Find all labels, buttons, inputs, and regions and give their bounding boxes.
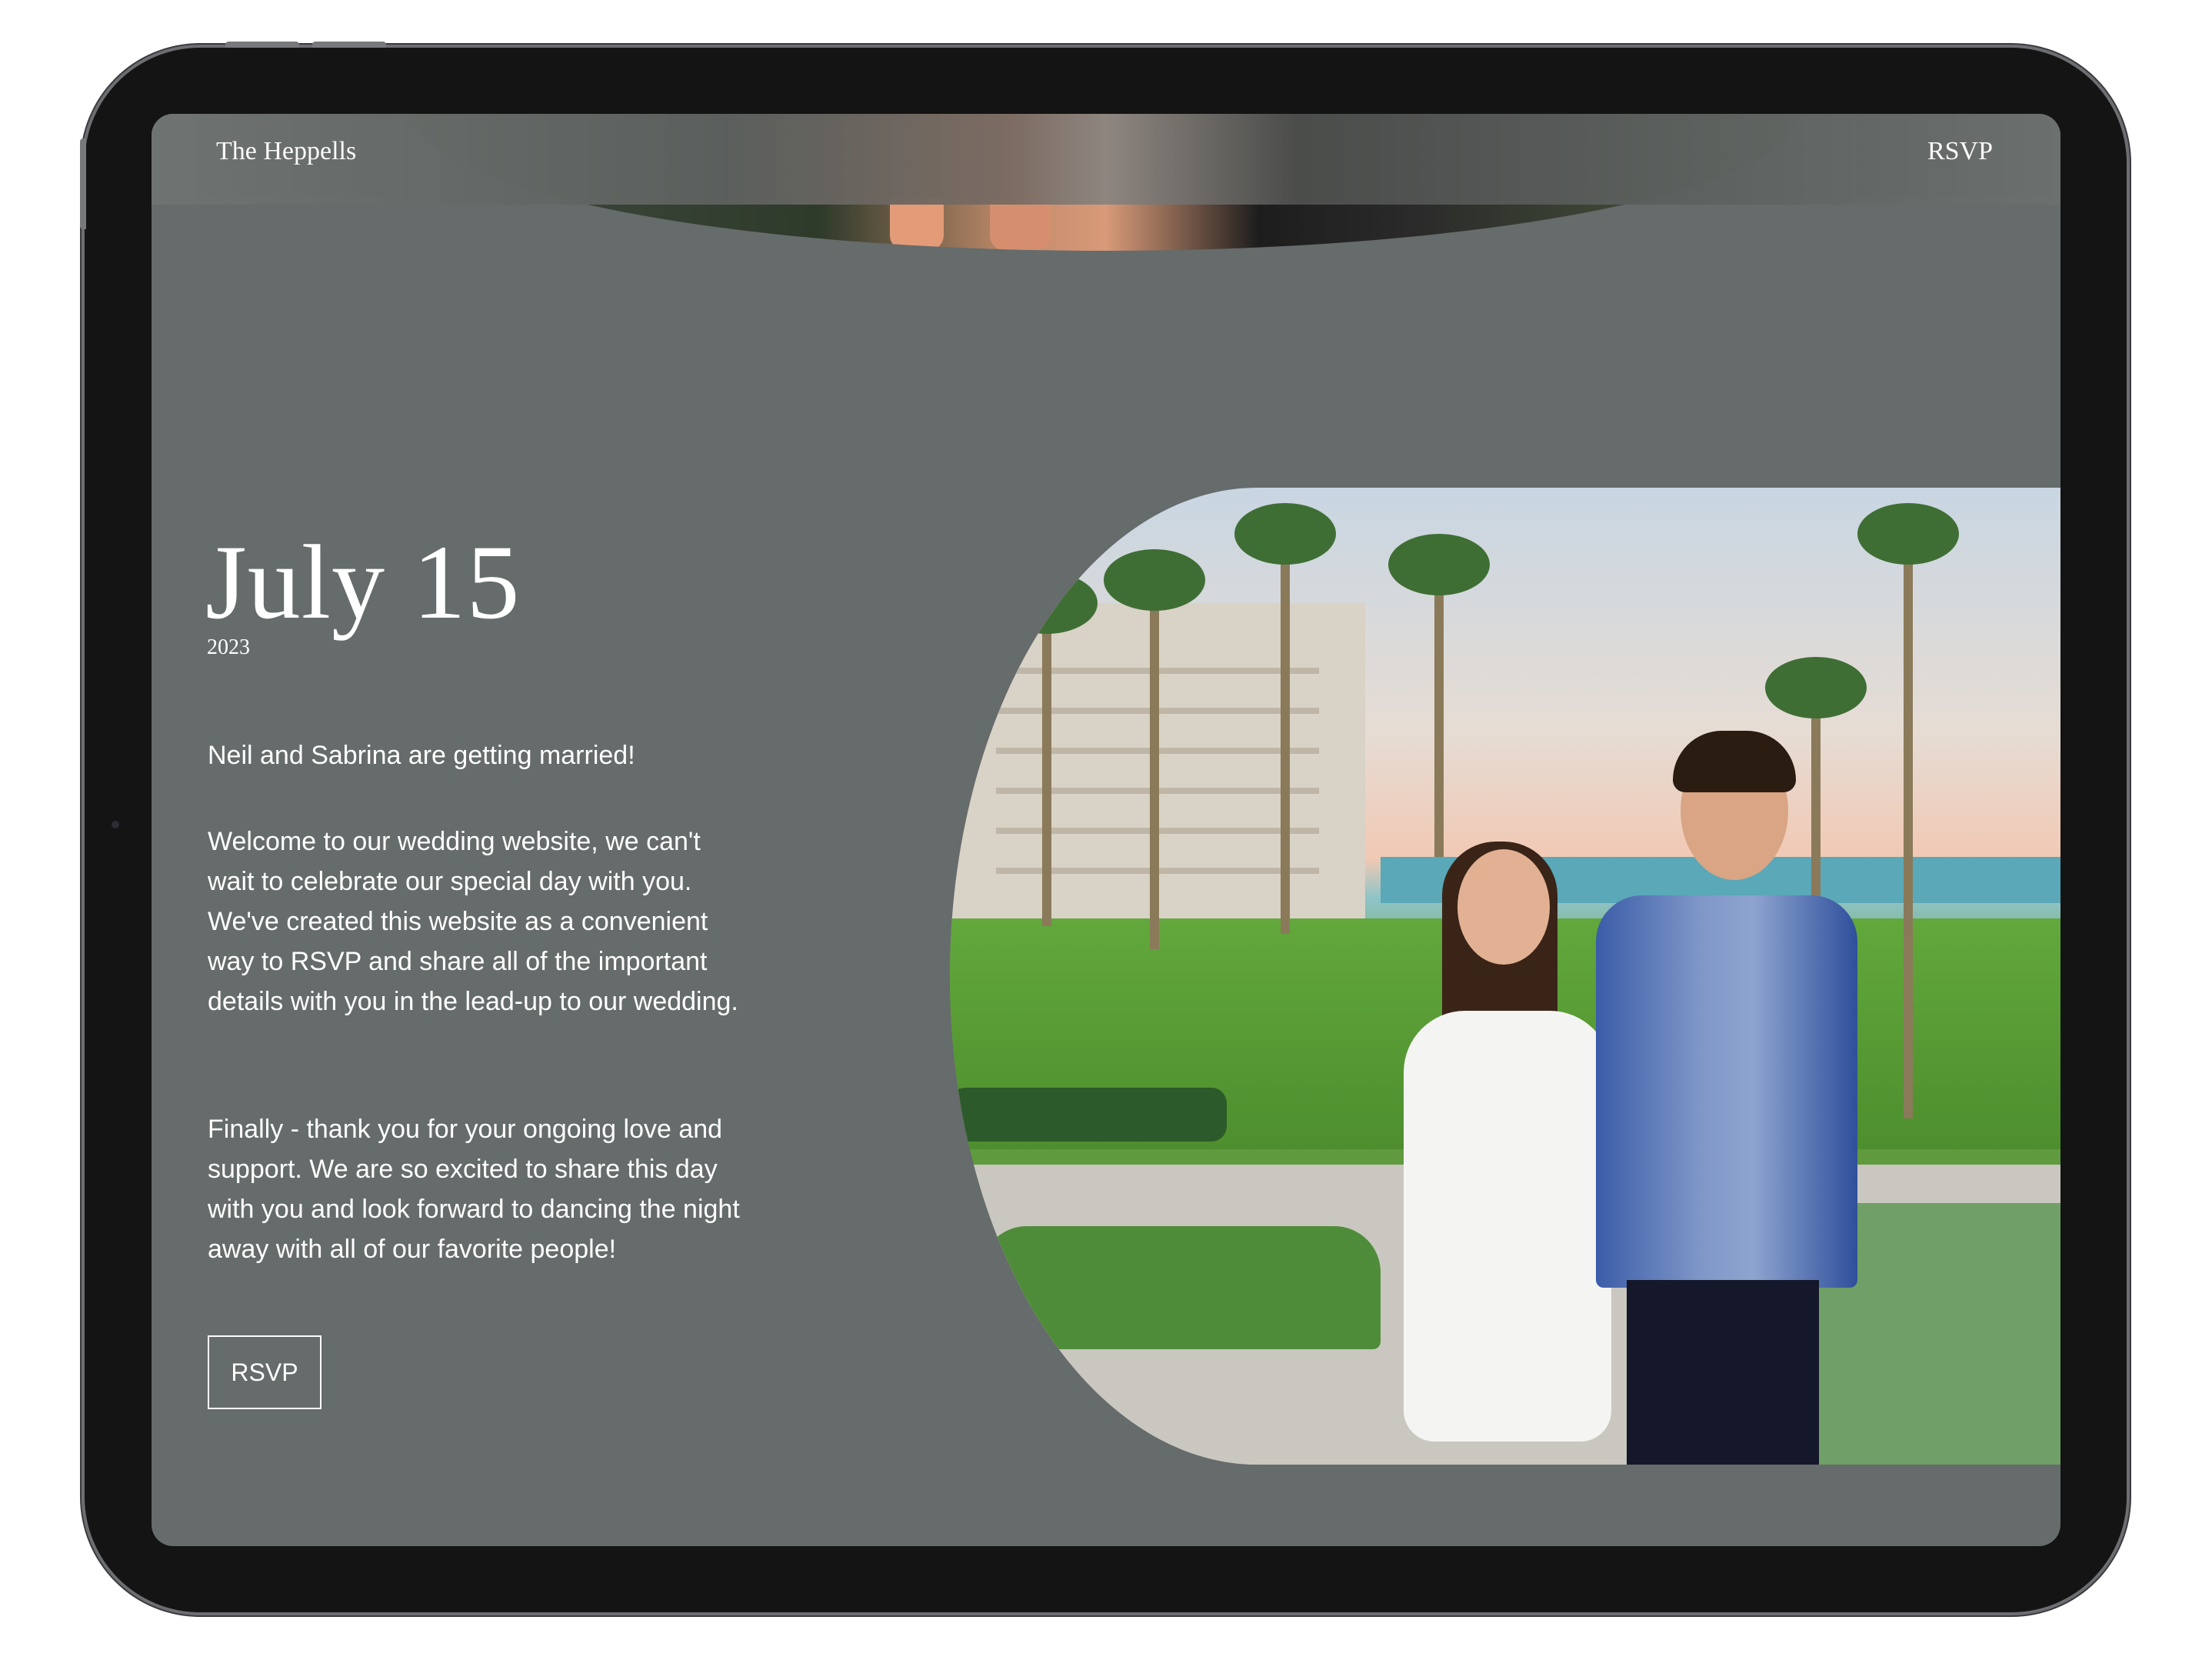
intro-text: Neil and Sabrina are getting married!	[208, 741, 635, 770]
camera-dot	[112, 821, 119, 828]
photo-palm	[1104, 549, 1205, 949]
top-navbar: The Heppells RSVP	[152, 114, 2060, 205]
photo-plants	[981, 1226, 1381, 1349]
photo-hedge	[950, 1088, 1227, 1142]
photo-palm	[1234, 503, 1336, 934]
site-brand[interactable]: The Heppells	[216, 137, 356, 166]
photo-palm	[1388, 534, 1490, 857]
wedding-year: 2023	[207, 635, 250, 659]
thanks-text: Finally - thank you for your ongoing lov…	[208, 1115, 740, 1264]
nav-rsvp-link[interactable]: RSVP	[1927, 137, 1993, 166]
device-volume-button	[312, 42, 386, 48]
photo-palm	[1857, 503, 1959, 1118]
device-power-button	[80, 138, 86, 229]
couple-photo	[950, 488, 2060, 1465]
photo-detail	[1627, 1280, 1819, 1465]
photo-person-man	[1596, 731, 1857, 1465]
hero-photo-detail	[990, 198, 1051, 251]
photo-detail	[1596, 895, 1857, 1288]
web-page: The Heppells RSVP July 15 2023 Neil and …	[152, 114, 2060, 1546]
photo-palm	[996, 572, 1098, 926]
wedding-date: July 15	[205, 523, 521, 641]
rsvp-button[interactable]: RSVP	[208, 1335, 321, 1409]
photo-detail	[1457, 849, 1550, 965]
photo-detail	[1404, 1011, 1611, 1442]
device-volume-button	[225, 42, 299, 48]
photo-person-woman	[1381, 842, 1611, 1465]
photo-detail	[1673, 731, 1796, 792]
hero-photo-detail	[890, 198, 944, 251]
welcome-text: Welcome to our wedding website, we can't…	[208, 827, 738, 1016]
